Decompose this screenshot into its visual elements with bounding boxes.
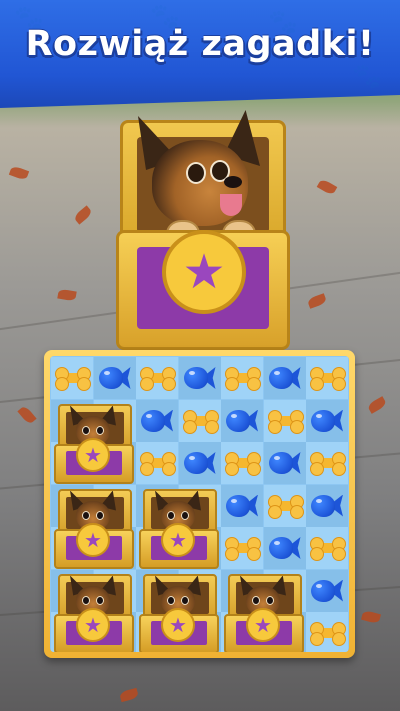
star-icon: ★ (76, 437, 110, 472)
star-icon: ★ (161, 522, 195, 557)
paw-icon: 🐾 (352, 62, 382, 90)
bone-tile[interactable] (179, 400, 221, 442)
bone-tile[interactable] (264, 485, 306, 527)
bone-icon (310, 452, 346, 476)
chest-blocker-tile[interactable]: ★ (137, 572, 219, 652)
star-icon: ★ (76, 522, 110, 557)
fish-icon (183, 450, 216, 476)
dog-character (132, 110, 262, 250)
bone-tile[interactable] (221, 442, 263, 484)
bone-icon (310, 367, 346, 391)
fish-icon (226, 493, 258, 519)
bone-icon (225, 452, 261, 476)
fish-icon (311, 493, 343, 519)
fish-icon (268, 535, 301, 561)
autumn-leaf (8, 165, 30, 181)
fish-icon (311, 578, 343, 604)
fish-tile[interactable] (221, 485, 263, 527)
autumn-leaf (366, 396, 388, 414)
bone-tile[interactable] (306, 612, 348, 652)
star-icon: ★ (76, 607, 110, 642)
chest-blocker-tile[interactable]: ★ (52, 487, 134, 569)
bone-icon (225, 537, 261, 561)
bone-icon (55, 367, 91, 391)
bone-icon (267, 494, 304, 519)
fish-tile[interactable] (136, 400, 178, 442)
fish-tile[interactable] (306, 485, 348, 527)
star-emblem-icon: ★ (162, 230, 246, 314)
autumn-leaf (17, 404, 37, 426)
bone-tile[interactable] (264, 400, 306, 442)
chest-blocker-tile[interactable]: ★ (52, 402, 134, 484)
bone-tile[interactable] (136, 357, 178, 399)
fish-icon (98, 365, 131, 391)
autumn-leaf (119, 687, 139, 703)
promo-banner: 🐾 🐾 🐾 🐾 Rozwiąż zagadki! (0, 0, 400, 108)
bone-tile[interactable] (221, 357, 263, 399)
bone-tile[interactable] (221, 527, 263, 569)
fish-icon (268, 450, 301, 476)
fish-tile[interactable] (179, 357, 221, 399)
fish-icon (183, 365, 216, 391)
fish-tile[interactable] (221, 400, 263, 442)
board-grid: ★ ★ ★ ★ ★ ★ (50, 356, 349, 652)
fish-tile[interactable] (306, 400, 348, 442)
chest-blocker-tile[interactable]: ★ (52, 572, 134, 652)
autumn-leaf (361, 609, 381, 625)
bone-icon (310, 622, 346, 646)
bone-tile[interactable] (51, 357, 93, 399)
hero-chest-with-dog: ★ (110, 110, 290, 350)
fish-tile[interactable] (94, 357, 136, 399)
fish-icon (311, 408, 343, 434)
chest-blocker-tile[interactable]: ★ (222, 572, 304, 652)
fish-icon (141, 408, 173, 434)
bone-icon (140, 452, 176, 476)
bone-icon (310, 537, 346, 561)
bone-icon (225, 367, 261, 391)
bone-icon (140, 367, 176, 391)
puzzle-board: ★ ★ ★ ★ ★ ★ (44, 350, 355, 658)
bone-tile[interactable] (306, 357, 348, 399)
autumn-leaf (306, 293, 328, 309)
star-icon: ★ (161, 607, 195, 642)
fish-tile[interactable] (264, 357, 306, 399)
chest-blocker-tile[interactable]: ★ (137, 487, 219, 569)
bone-tile[interactable] (306, 442, 348, 484)
star-icon: ★ (246, 607, 280, 642)
fish-tile[interactable] (306, 570, 348, 612)
bone-icon (182, 409, 219, 434)
bone-tile[interactable] (306, 527, 348, 569)
fish-icon (226, 408, 258, 434)
fish-tile[interactable] (264, 442, 306, 484)
fish-icon (268, 365, 301, 391)
fish-tile[interactable] (179, 442, 221, 484)
bone-tile[interactable] (136, 442, 178, 484)
autumn-leaf (72, 205, 94, 225)
bone-icon (267, 409, 304, 434)
autumn-leaf (316, 178, 338, 196)
autumn-leaf (57, 288, 77, 302)
fish-tile[interactable] (264, 527, 306, 569)
banner-title: Rozwiąż zagadki! (25, 24, 375, 64)
